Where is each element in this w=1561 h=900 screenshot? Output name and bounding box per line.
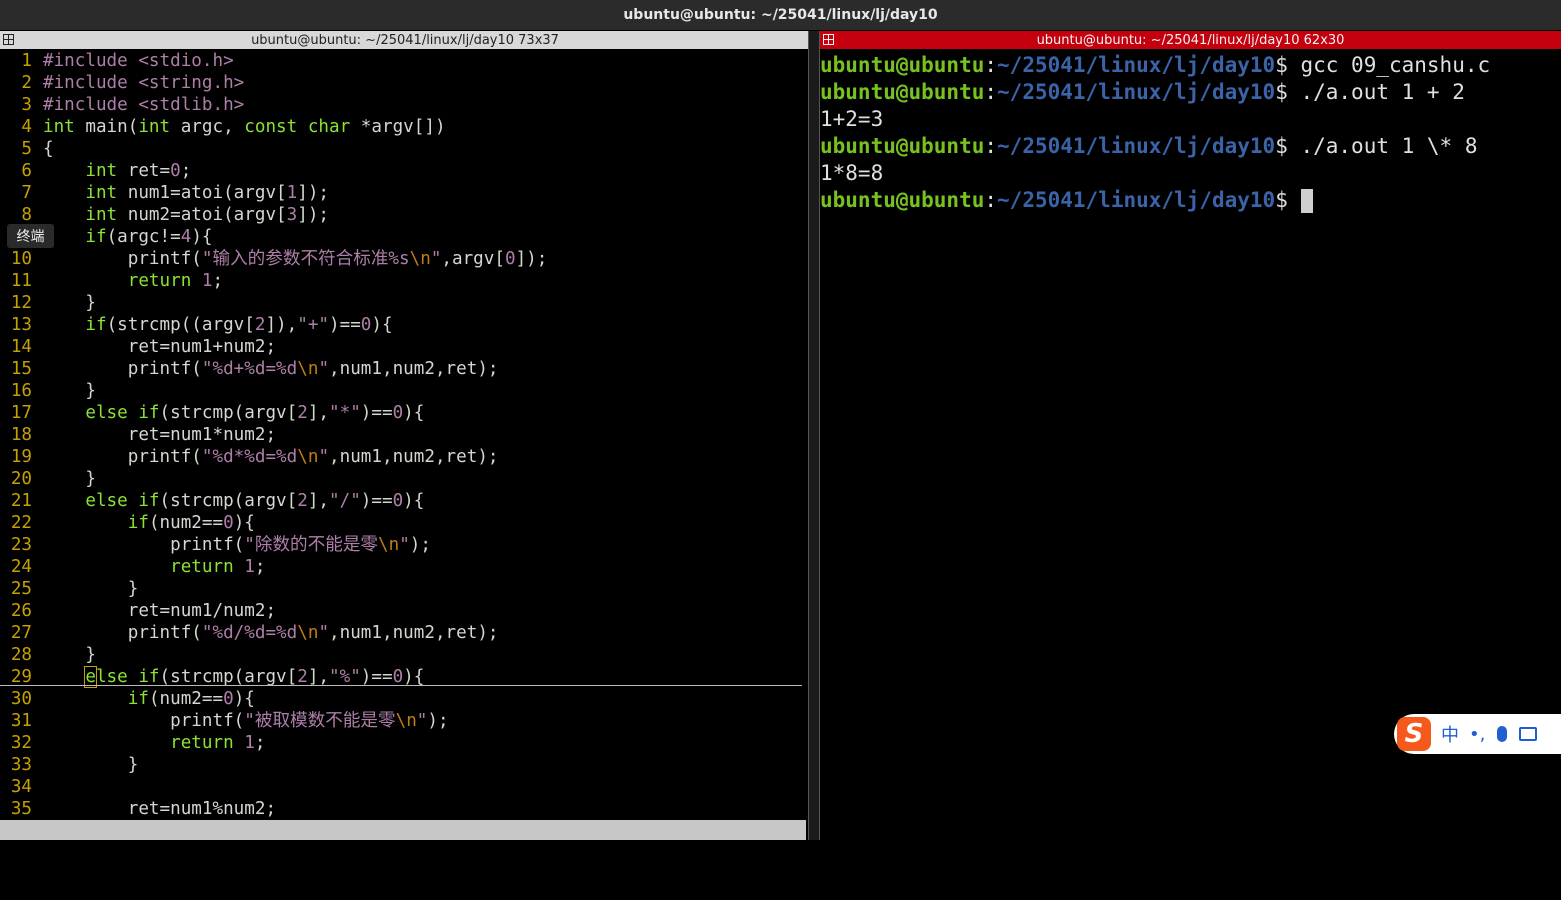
- ime-lang-toggle[interactable]: 中: [1441, 721, 1459, 747]
- code-line: 12 }: [10, 293, 96, 313]
- terminal-line: 1+2=3: [820, 107, 884, 131]
- code-line: 5{: [21, 139, 54, 159]
- code-line: 34: [10, 777, 32, 797]
- code-line: 20 }: [10, 469, 96, 489]
- terminal-line: ubuntu@ubuntu:~/25041/linux/lj/day10$ ./…: [820, 134, 1478, 158]
- right-pane-header[interactable]: ubuntu@ubuntu: ~/25041/linux/lj/day10 62…: [820, 31, 1561, 49]
- code-line: 23 printf("除数的不能是零\n");: [10, 535, 431, 555]
- split-icon[interactable]: [823, 34, 834, 45]
- code-line: 10 printf("输入的参数不符合标准%s\n",argv[0]);: [10, 249, 548, 269]
- window-title: ubuntu@ubuntu: ~/25041/linux/lj/day10: [0, 0, 1561, 30]
- code-line: 8 int num2=atoi(argv[3]);: [21, 205, 330, 225]
- code-line: 18 ret=num1*num2;: [10, 425, 277, 445]
- code-line: 3 #include <stdlib.h>: [21, 95, 245, 115]
- terminal-cursor: [1300, 189, 1313, 213]
- code-line: 24 return 1;: [10, 557, 266, 577]
- code-line: 21 else if(strcmp(argv[2],"/")==0){: [10, 491, 425, 511]
- editor-cursor: e: [84, 666, 97, 688]
- terminal-line: ubuntu@ubuntu:~/25041/linux/lj/day10$ gc…: [820, 53, 1491, 77]
- keyboard-icon[interactable]: [1519, 727, 1538, 741]
- ime-punct-toggle[interactable]: •,: [1469, 724, 1485, 745]
- code-line: 15 printf("%d+%d=%d\n",num1,num2,ret);: [10, 359, 499, 379]
- terminal-tooltip: 终端: [7, 224, 54, 248]
- code-line: 25 }: [10, 579, 139, 599]
- left-pane-title: ubuntu@ubuntu: ~/25041/linux/lj/day10 73…: [251, 32, 559, 48]
- split-icon[interactable]: [3, 34, 14, 45]
- pane-divider[interactable]: [808, 31, 820, 840]
- code-line: 11 return 1;: [10, 271, 224, 291]
- code-line: 35 ret=num1%num2;: [10, 799, 277, 819]
- vim-editor[interactable]: 1 #include <stdio.h> 2 #include <string.h>…: [0, 50, 806, 820]
- terminal-line: 1*8=8: [820, 161, 884, 185]
- code-line: 4 int main(int argc, const char *argv[]): [21, 117, 446, 137]
- code-line: 31 printf("被取模数不能是零\n");: [10, 711, 449, 731]
- sogou-logo-icon[interactable]: S: [1397, 717, 1431, 751]
- terminal-line: ubuntu@ubuntu:~/25041/linux/lj/day10$ ./…: [820, 80, 1465, 104]
- right-pane-title: ubuntu@ubuntu: ~/25041/linux/lj/day10 62…: [1036, 32, 1345, 48]
- terminal-prompt-line[interactable]: ubuntu@ubuntu:~/25041/linux/lj/day10$: [820, 187, 1313, 214]
- code-line: 2 #include <string.h>: [21, 73, 245, 93]
- left-pane-header[interactable]: ubuntu@ubuntu: ~/25041/linux/lj/day10 73…: [0, 31, 810, 49]
- code-line: 30 if(num2==0){: [10, 689, 255, 709]
- microphone-icon[interactable]: [1497, 726, 1508, 742]
- code-line: 14 ret=num1+num2;: [10, 337, 277, 357]
- status-scroll: 顶端: [758, 880, 792, 900]
- code-line: 32 return 1;: [10, 733, 266, 753]
- code-line: 22 if(num2==0){: [10, 513, 255, 533]
- status-position: 29,2-5: [604, 860, 666, 880]
- code-line: 26 ret=num1/num2;: [10, 601, 277, 621]
- code-line: 27 printf("%d/%d=%d\n",num1,num2,ret);: [10, 623, 499, 643]
- code-line: 7 int num1=atoi(argv[1]);: [21, 183, 330, 203]
- vim-statusline: 09_canshu.c 29,2-5 顶端: [0, 820, 806, 900]
- code-line: 1 #include <stdio.h>: [21, 51, 234, 71]
- code-line: 16 }: [10, 381, 96, 401]
- code-line: 13 if(strcmp((argv[2]),"+")==0){: [10, 315, 393, 335]
- status-filename: 09_canshu.c: [0, 840, 113, 860]
- code-line: 6 int ret=0;: [21, 161, 192, 181]
- code-line: 17 else if(strcmp(argv[2],"*")==0){: [10, 403, 425, 423]
- cursorline-underline: [0, 685, 802, 686]
- code-line: 28 }: [10, 645, 96, 665]
- code-line: 33 }: [10, 755, 139, 775]
- code-line: 19 printf("%d*%d=%d\n",num1,num2,ret);: [10, 447, 499, 467]
- ime-toolbar[interactable]: S 中 •,: [1394, 714, 1561, 754]
